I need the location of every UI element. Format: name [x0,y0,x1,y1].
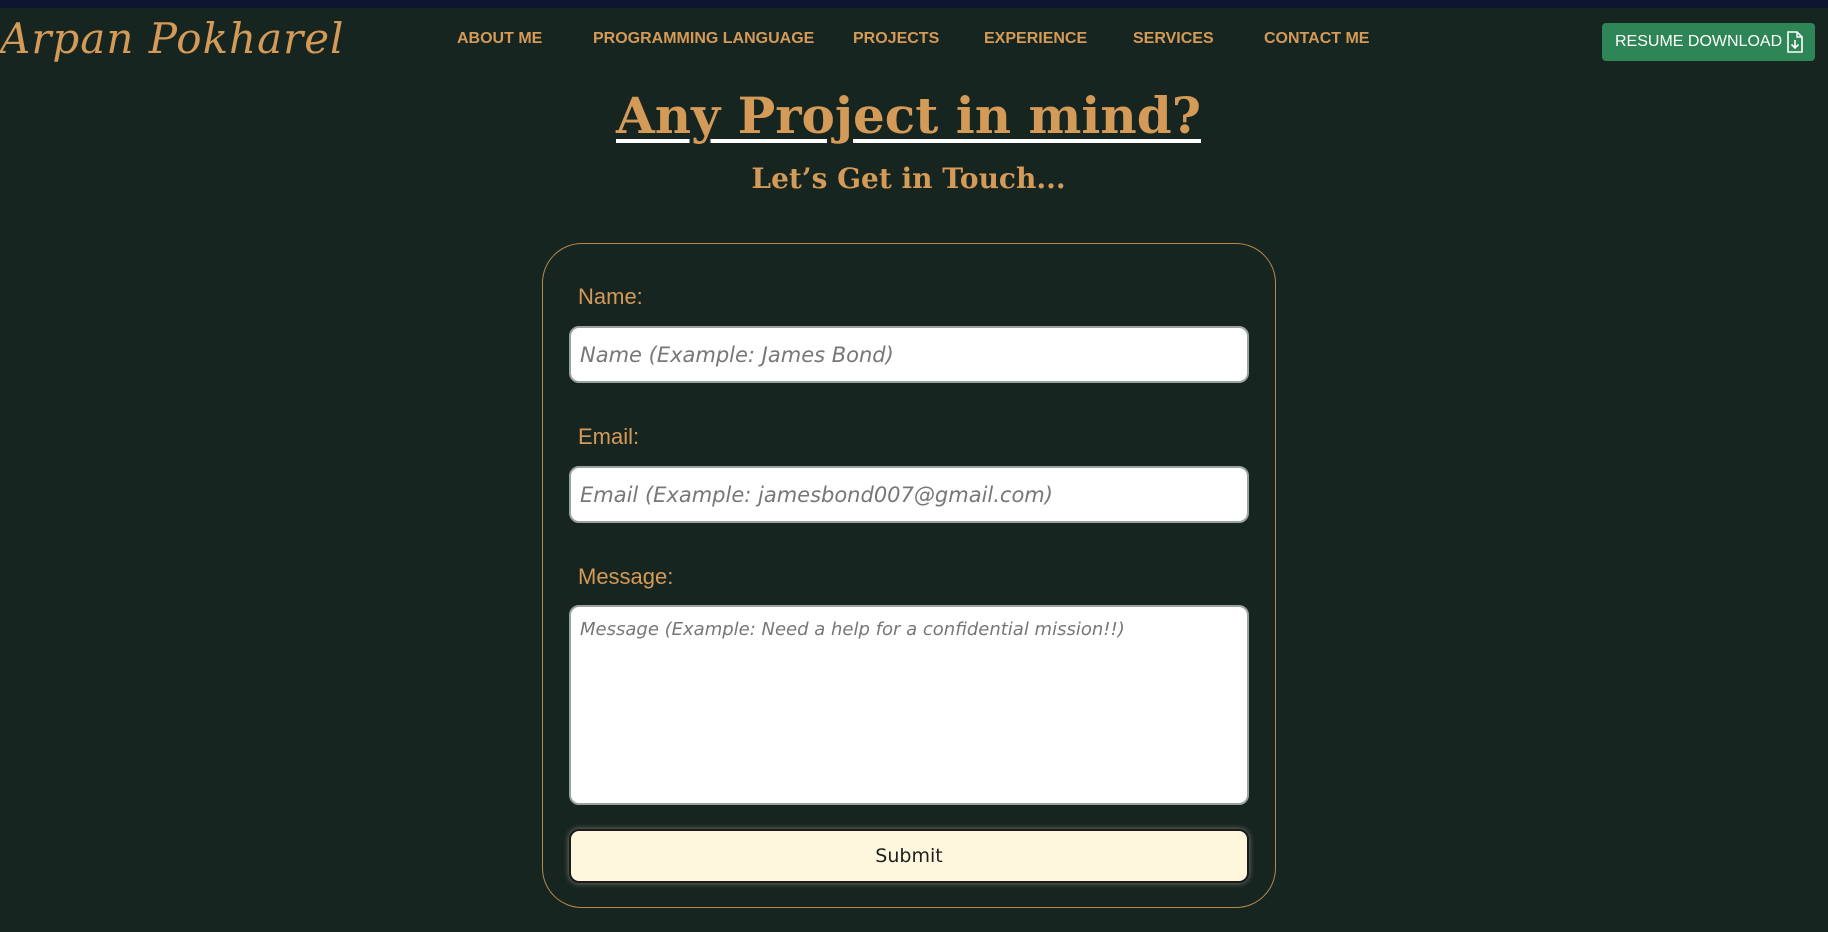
site-logo[interactable]: Arpan Pokharel [0,14,344,63]
resume-download-button[interactable]: RESUME DOWNLOAD [1602,23,1815,61]
nav-item-programming-language[interactable]: PROGRAMMING LANGUAGE [593,30,814,48]
email-label: Email: [578,424,640,449]
message-label: Message: [578,564,674,589]
submit-button[interactable]: Submit [569,829,1249,883]
nav-item-services[interactable]: SERVICES [1133,30,1214,48]
nav-item-about-me[interactable]: ABOUT ME [457,30,542,48]
message-textarea[interactable] [569,605,1249,805]
nav-item-projects[interactable]: PROJECTS [853,30,939,48]
nav-item-experience[interactable]: EXPERIENCE [984,30,1087,48]
nav-item-contact-me[interactable]: CONTACT ME [1264,30,1369,48]
page-title: Any Project in mind? [615,86,1201,145]
name-input[interactable] [569,326,1249,383]
name-label: Name: [578,284,643,309]
top-border [0,0,1828,8]
email-input[interactable] [569,466,1249,523]
file-download-icon [1785,31,1805,53]
resume-download-label: RESUME DOWNLOAD [1615,33,1783,50]
page-subtitle: Let’s Get in Touch... [751,162,1066,195]
